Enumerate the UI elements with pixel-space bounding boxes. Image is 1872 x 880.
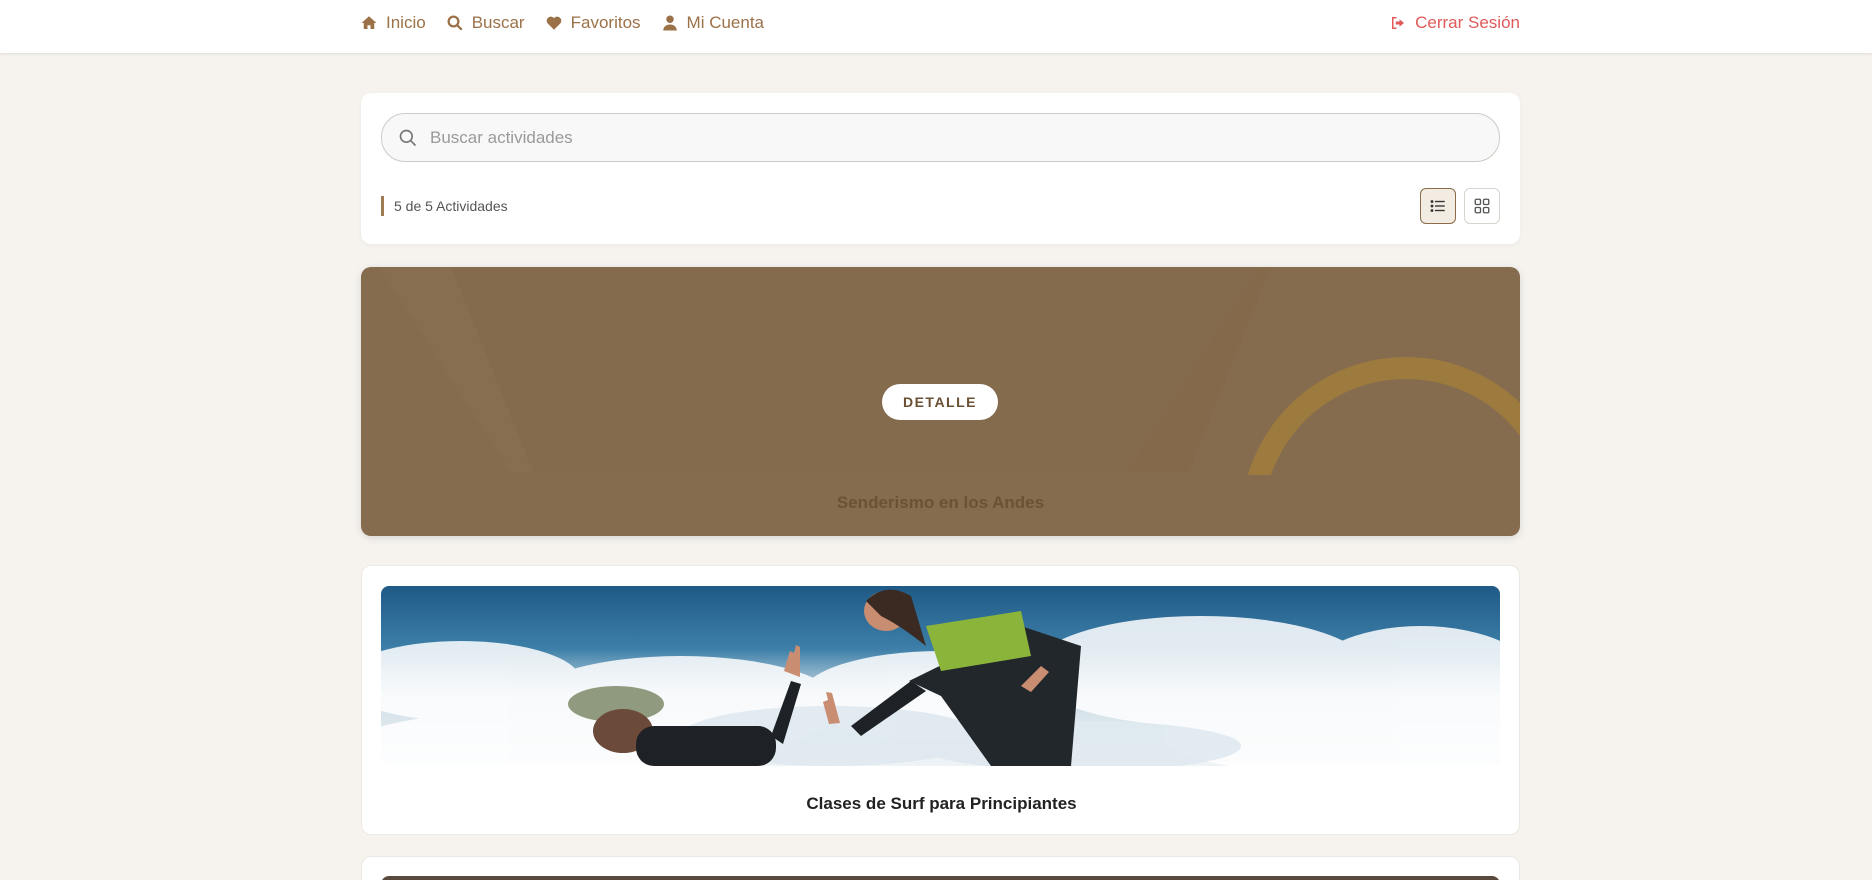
activity-card[interactable] (361, 856, 1520, 880)
user-icon (662, 15, 677, 31)
nav-item-favoritos[interactable]: Favoritos (545, 12, 641, 34)
nav-item-label: Favoritos (570, 13, 641, 32)
activity-title: Clases de Surf para Principiantes (806, 794, 1077, 813)
activity-card-featured[interactable]: DETALLE Senderismo en los Andes (361, 267, 1520, 536)
surf-photo-illustration (381, 586, 1500, 766)
decorative-shape (451, 267, 1271, 472)
activity-card[interactable]: Clases de Surf para Principiantes (361, 565, 1520, 835)
search-icon (399, 129, 417, 146)
activity-title: Senderismo en los Andes (836, 493, 1045, 512)
search-icon (447, 15, 463, 31)
nav-item-label: Mi Cuenta (686, 13, 765, 32)
nav-item-buscar[interactable]: Buscar (446, 12, 525, 34)
navbar-inner: Inicio Buscar Favoritos Mi Cuenta Cerrar… (360, 0, 1520, 53)
grid-view-button[interactable] (1464, 188, 1500, 224)
search-input[interactable] (430, 127, 1430, 148)
nav-item-label: Buscar (471, 13, 525, 32)
search-panel: 5 de 5 Actividades (361, 93, 1520, 244)
detail-button[interactable]: DETALLE (882, 384, 998, 420)
heart-icon (546, 16, 561, 30)
home-icon (361, 16, 377, 29)
logout-link[interactable]: Cerrar Sesión (1389, 12, 1520, 34)
activity-image (381, 876, 1500, 880)
results-count: 5 de 5 Actividades (381, 196, 508, 216)
logout-label: Cerrar Sesión (1415, 13, 1520, 32)
nav-item-inicio[interactable]: Inicio (360, 12, 426, 34)
list-icon (1430, 200, 1445, 212)
grid-icon (1474, 198, 1490, 214)
sign-out-icon (1392, 17, 1405, 29)
search-box[interactable] (381, 113, 1500, 162)
nav-item-mi-cuenta[interactable]: Mi Cuenta (661, 12, 764, 34)
main-nav: Inicio Buscar Favoritos Mi Cuenta (360, 12, 784, 34)
list-view-button[interactable] (1420, 188, 1456, 224)
top-navbar: Inicio Buscar Favoritos Mi Cuenta Cerrar… (0, 0, 1872, 53)
activity-image (381, 586, 1500, 766)
nav-item-label: Inicio (386, 13, 426, 32)
